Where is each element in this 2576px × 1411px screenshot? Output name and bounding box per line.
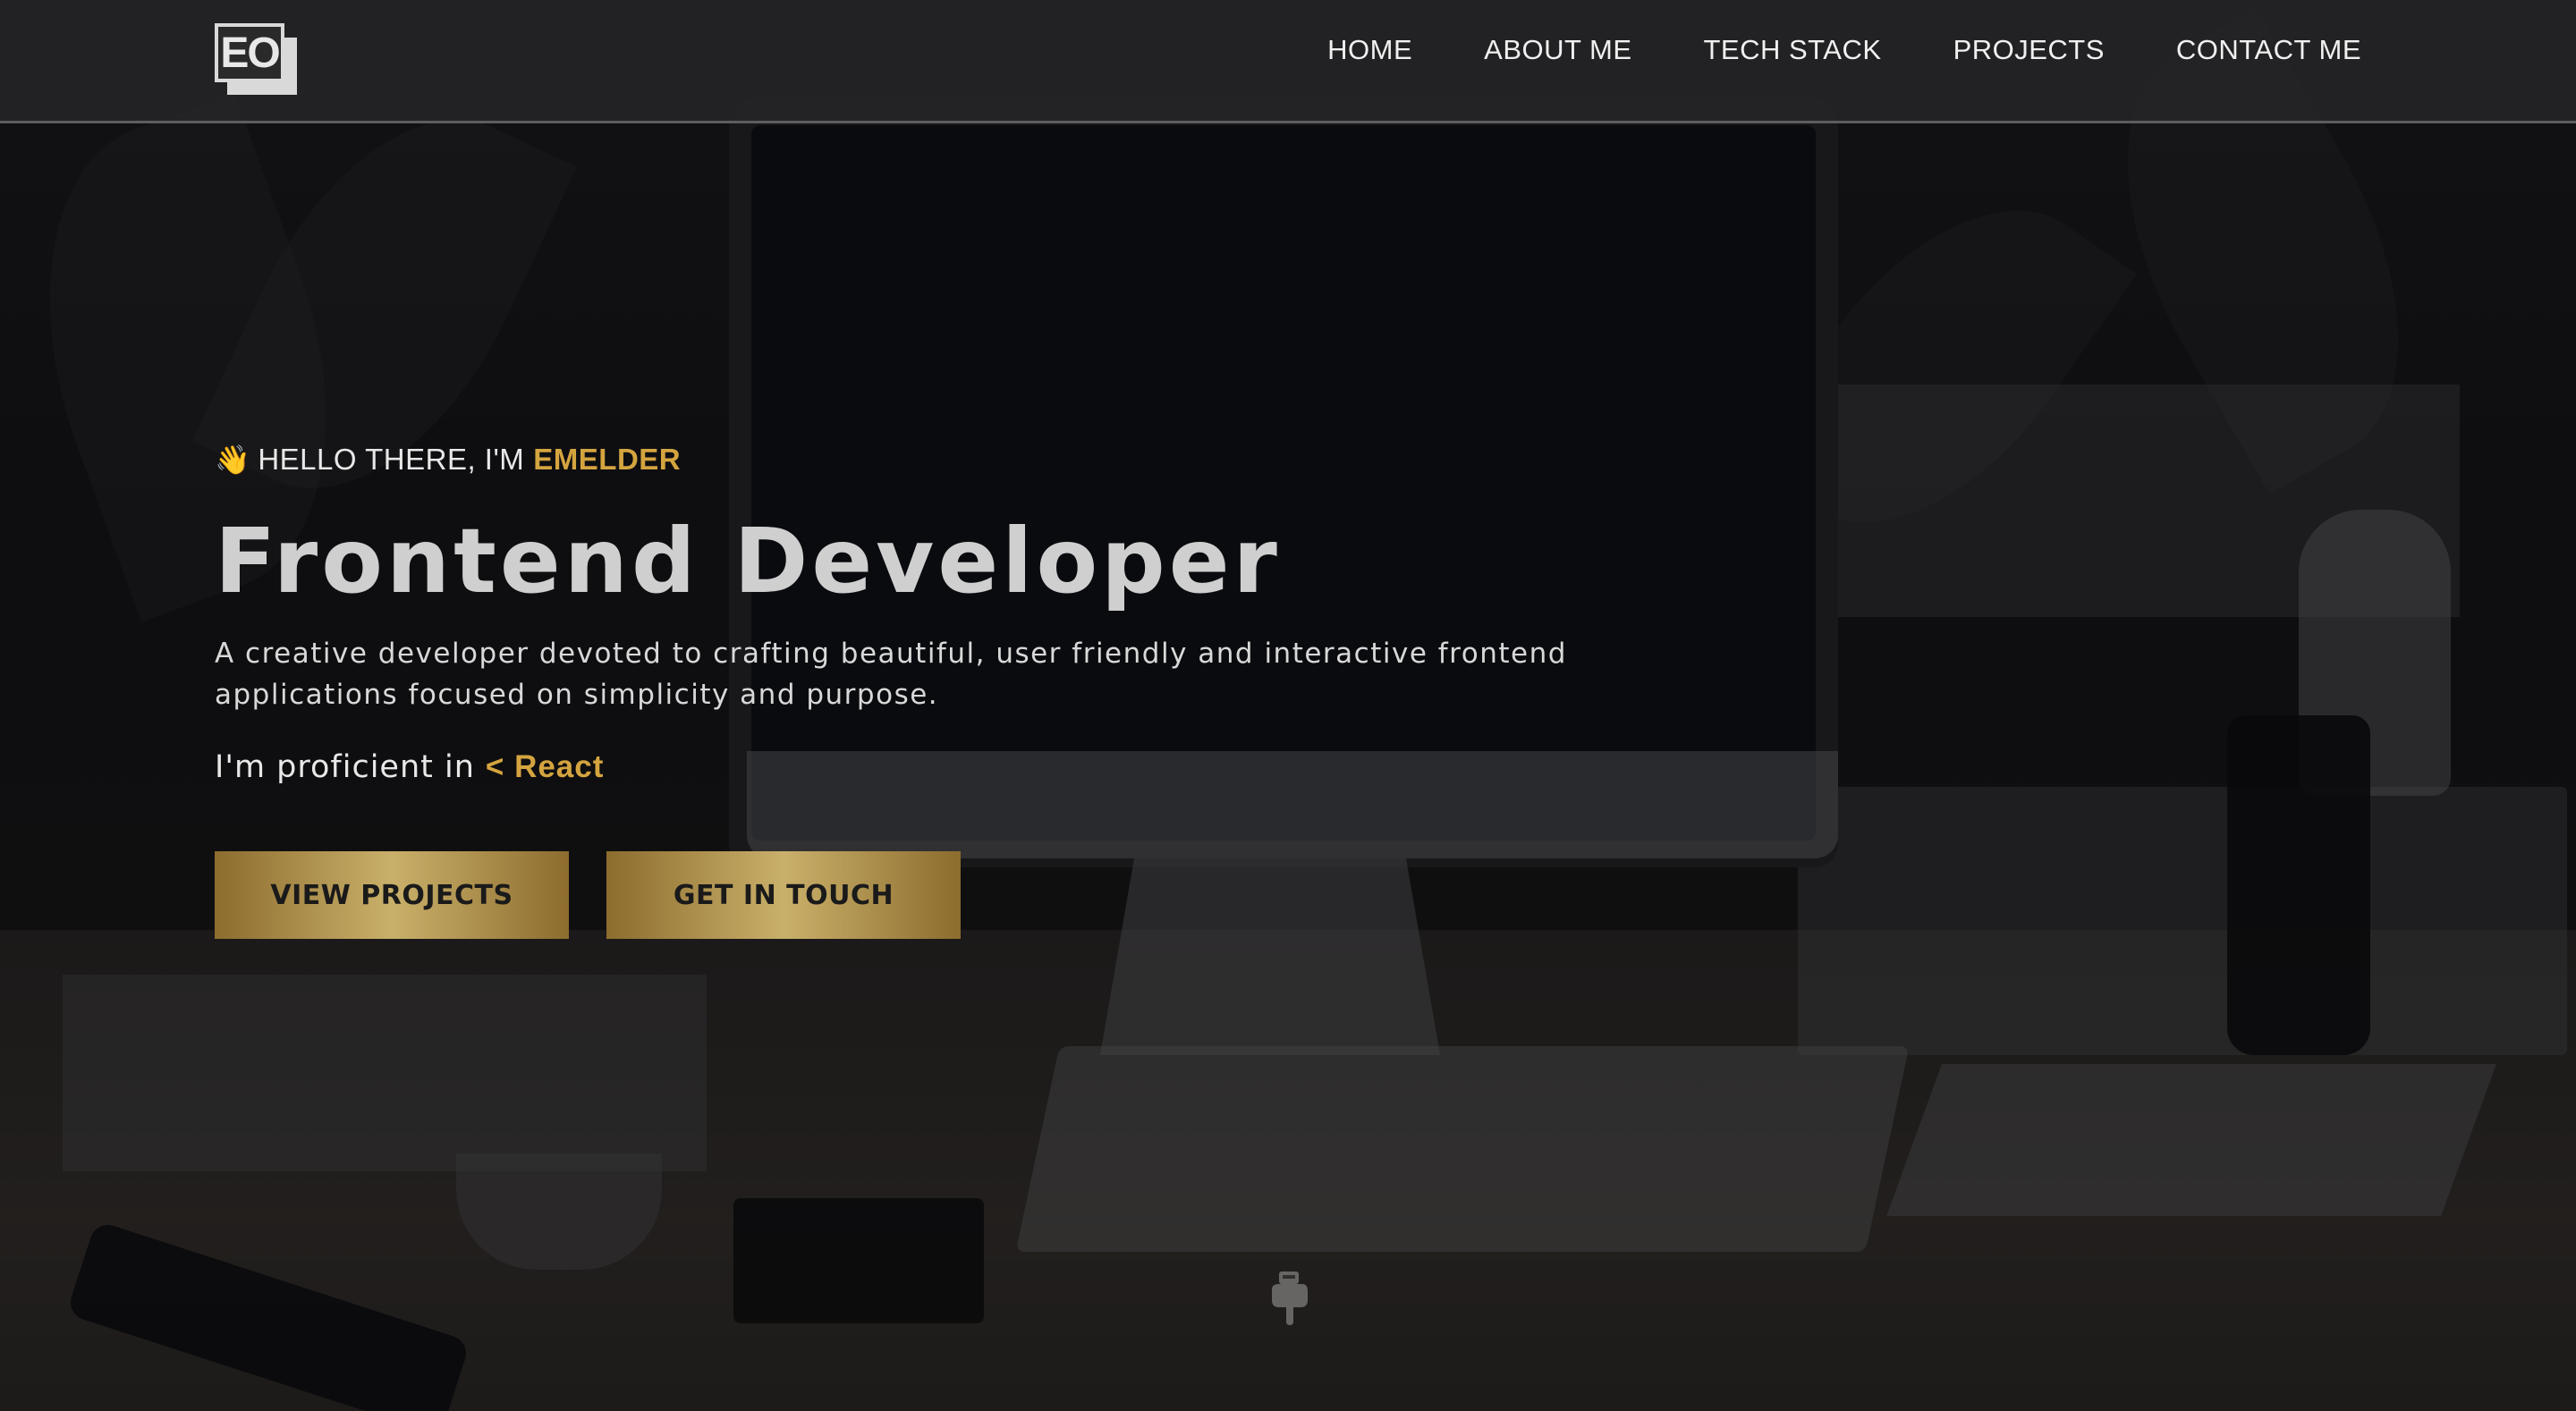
- proficient-prefix: I'm proficient in: [215, 749, 475, 785]
- logo[interactable]: EO: [215, 23, 299, 97]
- hero-content: 👋 HELLO THERE, I'M EMELDER Frontend Deve…: [215, 443, 1646, 939]
- cta-buttons: VIEW PROJECTS GET IN TOUCH: [215, 851, 1646, 939]
- nav-link-tech-stack[interactable]: TECH STACK: [1704, 34, 1882, 66]
- nav-links: HOME ABOUT ME TECH STACK PROJECTS CONTAC…: [1327, 34, 2361, 66]
- greeting-name: EMELDER: [533, 443, 682, 476]
- nav-link-contact-me[interactable]: CONTACT ME: [2176, 34, 2361, 66]
- greeting: 👋 HELLO THERE, I'M EMELDER: [215, 443, 1646, 477]
- logo-text: EO: [215, 23, 284, 82]
- proficient-tech: < React: [485, 749, 605, 784]
- page-title: Frontend Developer: [215, 509, 1281, 613]
- waving-hand-icon: 👋: [215, 444, 251, 476]
- navbar: EO HOME ABOUT ME TECH STACK PROJECTS CON…: [0, 0, 2576, 123]
- proficient-line: I'm proficient in < React: [215, 749, 1646, 785]
- hero-section: EO HOME ABOUT ME TECH STACK PROJECTS CON…: [0, 0, 2576, 1411]
- nav-link-home[interactable]: HOME: [1327, 34, 1412, 66]
- hero-description: A creative developer devoted to crafting…: [215, 638, 1567, 711]
- nav-link-projects[interactable]: PROJECTS: [1953, 34, 2105, 66]
- get-in-touch-button[interactable]: GET IN TOUCH: [606, 851, 961, 939]
- view-projects-button[interactable]: VIEW PROJECTS: [215, 851, 569, 939]
- greeting-prefix: HELLO THERE, I'M: [258, 443, 525, 476]
- nav-link-about-me[interactable]: ABOUT ME: [1484, 34, 1631, 66]
- pointing-down-hand-icon[interactable]: [1268, 1268, 1311, 1327]
